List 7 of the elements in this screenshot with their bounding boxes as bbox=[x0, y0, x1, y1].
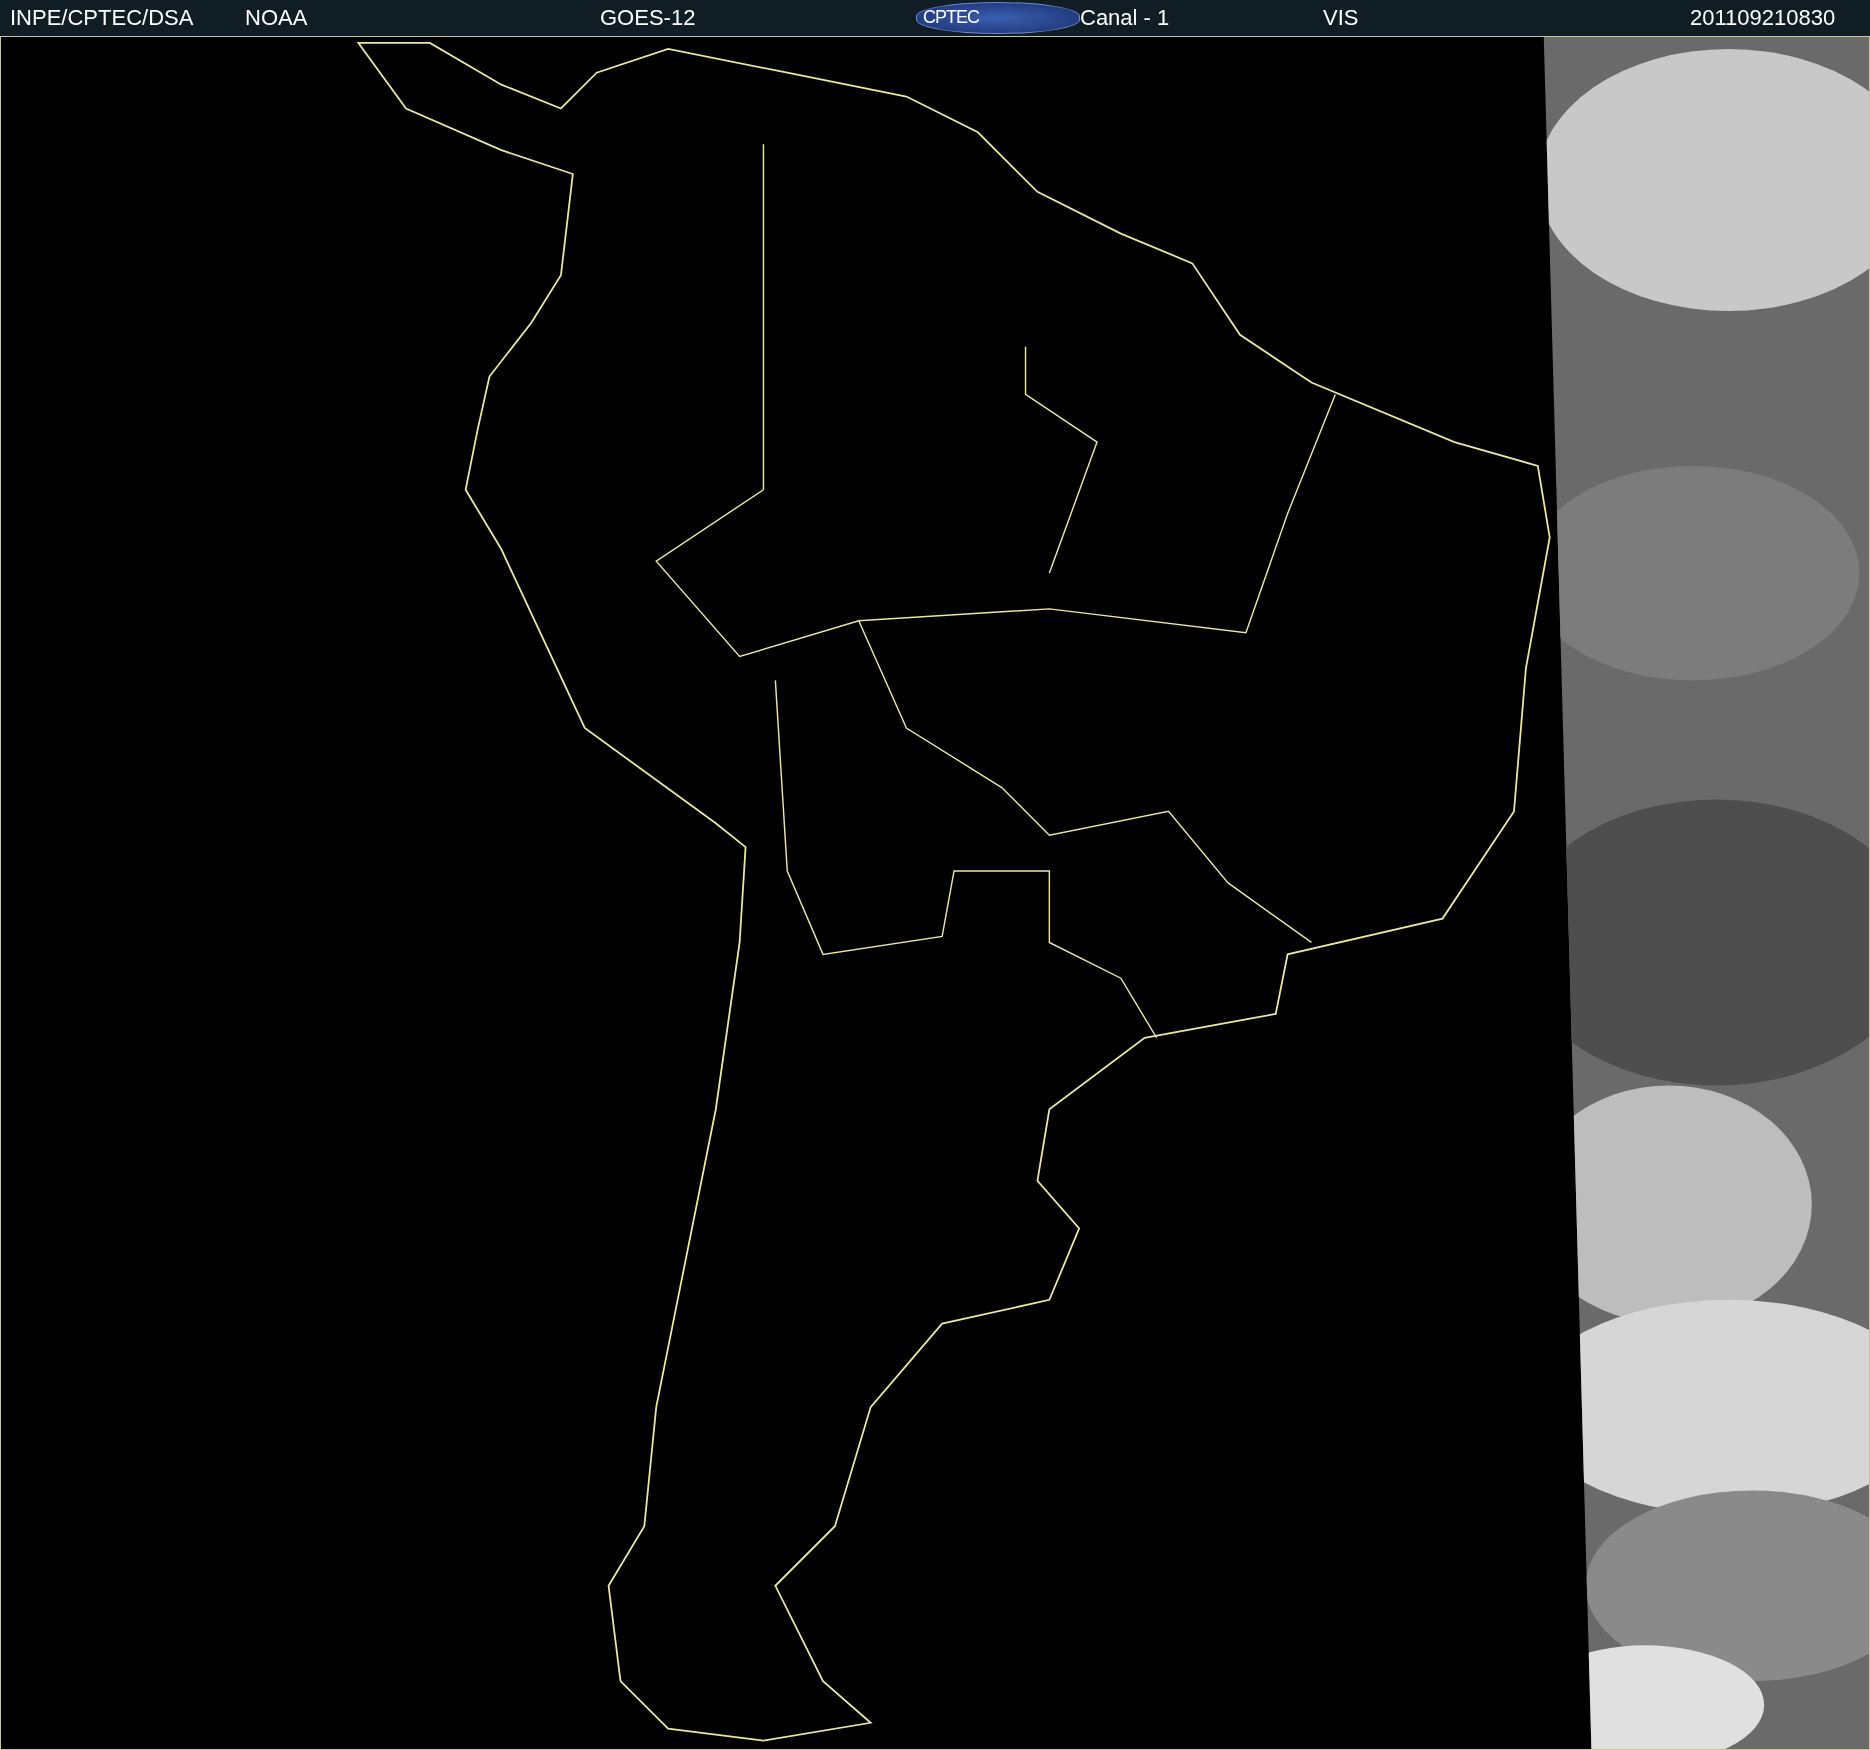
header-label: VIS bbox=[1323, 7, 1359, 29]
header-label: INPE/CPTEC/DSA bbox=[10, 7, 194, 29]
header-label: NOAA bbox=[245, 7, 308, 29]
header-label: 201109210830 bbox=[1690, 7, 1836, 29]
logo: CPTEC bbox=[916, 2, 1080, 34]
header-label: GOES-12 bbox=[600, 7, 696, 29]
header-label: Canal - 1 bbox=[1080, 7, 1170, 29]
